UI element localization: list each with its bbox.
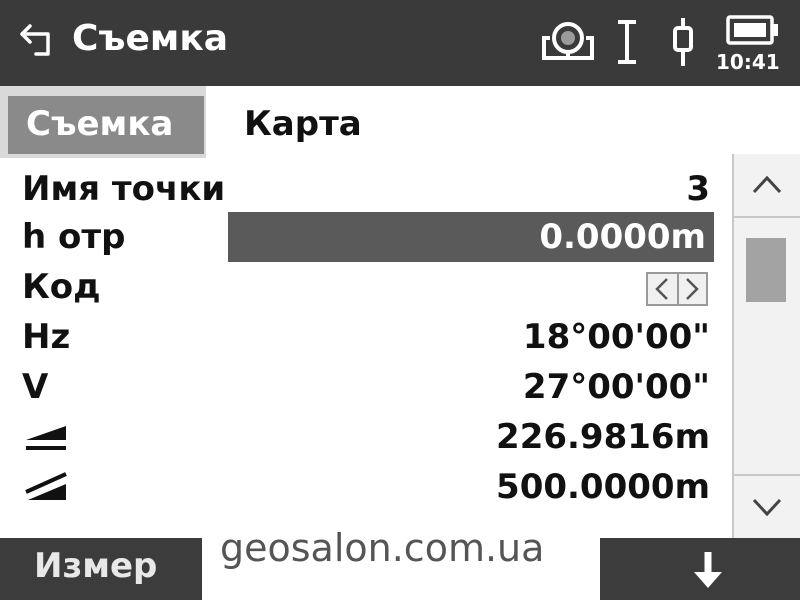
hz-label: Hz (22, 317, 71, 357)
battery-icon (726, 15, 778, 45)
row-v: V 27°00'00" (0, 362, 730, 412)
chevron-up-icon[interactable] (734, 154, 800, 218)
prism-pole-icon[interactable] (668, 16, 698, 68)
chevron-right-icon[interactable] (677, 274, 706, 304)
chevron-left-icon[interactable] (648, 274, 679, 304)
v-value: 27°00'00" (522, 367, 710, 407)
horizontal-distance-icon (26, 426, 66, 450)
v-label: V (22, 367, 49, 407)
back-arrow-icon[interactable] (18, 20, 58, 60)
tab-survey-label: Съемка (26, 104, 174, 144)
page-down-button[interactable] (650, 538, 800, 600)
row-point-name: Имя точки 3 (0, 164, 730, 214)
point-name-value[interactable]: 3 (686, 164, 710, 214)
tab-map[interactable]: Карта (206, 86, 800, 158)
tab-map-label: Карта (244, 104, 362, 144)
chevron-down-icon[interactable] (734, 474, 800, 538)
clock: 10:41 (716, 50, 780, 74)
title-bar: Съемка 10:41 (0, 0, 800, 86)
code-label: Код (22, 267, 101, 307)
measure-button-label: Измер (34, 546, 158, 586)
watermark-text: geosalon.com.ua (220, 526, 545, 570)
target-height-value: 0.0000m (539, 217, 706, 257)
horizontal-distance-value: 226.9816m (496, 417, 710, 457)
point-name-label: Имя точки (22, 169, 226, 209)
row-hz: Hz 18°00'00" (0, 312, 730, 362)
target-height-label: h отр (22, 217, 126, 257)
row-horizontal-distance: 226.9816m (0, 412, 730, 462)
arrow-down-icon (694, 552, 722, 588)
scrollbar[interactable] (732, 154, 800, 538)
code-stepper[interactable] (646, 272, 708, 306)
laser-icon[interactable] (612, 16, 642, 68)
slope-distance-value: 500.0000m (496, 467, 710, 507)
prism-target-icon[interactable] (542, 16, 594, 68)
row-code: Код (0, 262, 730, 312)
slope-distance-icon (25, 472, 67, 500)
page-title: Съемка (72, 18, 229, 59)
measure-button[interactable]: Измер (0, 538, 190, 600)
watermark: geosalon.com.ua (202, 520, 600, 600)
measurement-panel: Имя точки 3 h отр 0.0000m Код Hz 18°00'0… (0, 158, 730, 538)
hz-value: 18°00'00" (522, 317, 710, 357)
scroll-thumb[interactable] (746, 238, 786, 302)
target-height-input[interactable]: 0.0000m (228, 212, 714, 262)
row-target-height: h отр 0.0000m (0, 212, 730, 262)
tab-survey[interactable]: Съемка (8, 96, 204, 154)
row-slope-distance: 500.0000m (0, 462, 730, 512)
